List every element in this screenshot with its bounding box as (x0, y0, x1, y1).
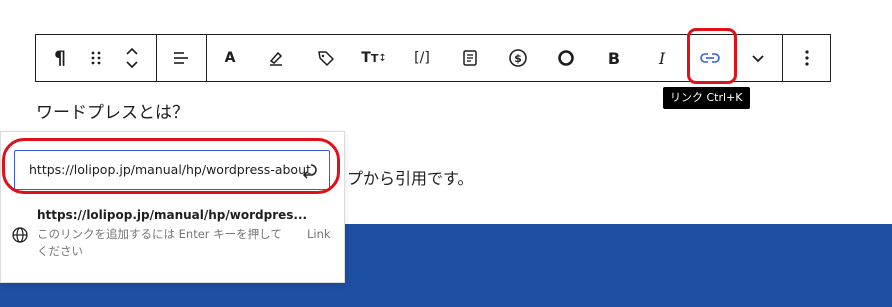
suggestion-type: Link (307, 227, 331, 241)
align-icon[interactable] (163, 35, 199, 81)
link-tooltip: リンク Ctrl+K (663, 87, 750, 109)
highlight-icon[interactable] (258, 35, 294, 81)
drag-handle-icon[interactable] (78, 35, 114, 81)
paragraph-icon[interactable]: ¶ (42, 35, 78, 81)
move-up-down-icon[interactable] (114, 35, 150, 81)
toolbar-divider (156, 35, 157, 81)
suggestion-title: https://lolipop.jp/manual/hp/wordpres... (37, 208, 308, 222)
document-icon[interactable] (452, 35, 488, 81)
svg-text:$: $ (514, 52, 522, 65)
link-suggestion[interactable]: https://lolipop.jp/manual/hp/wordpres...… (1, 204, 344, 264)
italic-icon[interactable]: I (644, 35, 680, 81)
globe-icon (11, 226, 29, 244)
font-a-icon[interactable]: A (212, 35, 248, 81)
content-paragraph[interactable]: プから引用です。 (347, 165, 473, 189)
circle-icon[interactable] (548, 35, 584, 81)
content-heading[interactable]: ワードプレスとは？ (36, 98, 189, 123)
tag-icon[interactable] (308, 35, 344, 81)
suggestion-description: このリンクを追加するには Enter キーを押してください (37, 227, 282, 258)
more-options-icon[interactable] (789, 35, 825, 81)
toolbar-divider (782, 35, 783, 81)
link-button-highlight (687, 28, 737, 84)
chevron-down-icon[interactable] (740, 35, 776, 81)
shortcode-icon[interactable]: [/] (404, 35, 440, 81)
dollar-icon[interactable]: $ (500, 35, 536, 81)
text-size-icon[interactable]: T T ↕ (356, 35, 392, 81)
url-input-highlight (2, 138, 340, 194)
toolbar-divider (206, 35, 207, 81)
bold-icon[interactable]: B (596, 35, 632, 81)
